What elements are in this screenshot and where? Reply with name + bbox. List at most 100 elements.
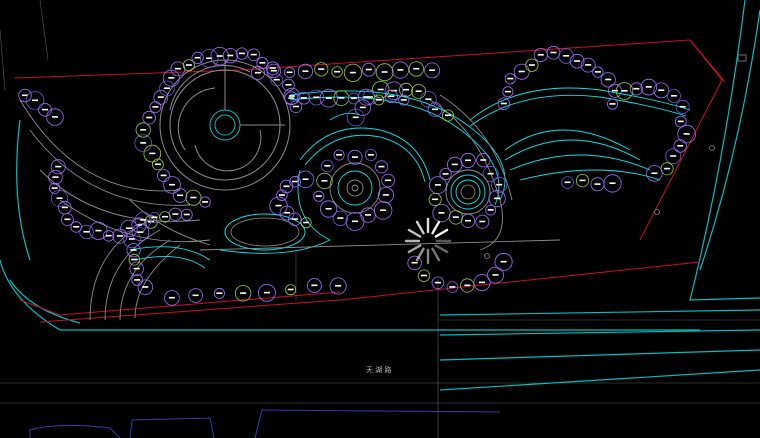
plant-tag-mark	[434, 184, 441, 186]
plant-tag-mark	[388, 95, 395, 97]
plant-tag-mark	[250, 53, 257, 56]
plant-tag-mark	[142, 286, 149, 288]
plant-tag-mark	[365, 68, 372, 71]
plant-tag-mark	[303, 221, 310, 224]
plant-tag-mark	[442, 173, 449, 175]
plant-tag-mark	[56, 197, 63, 199]
plant-tag-mark	[286, 71, 293, 74]
plant-tag-mark	[400, 99, 407, 101]
plant-tag-mark	[149, 152, 156, 155]
plant-tag-mark	[377, 88, 384, 91]
plant-tag-mark	[671, 95, 677, 97]
plant-tag-mark	[325, 208, 332, 210]
plant-tag-mark	[338, 97, 345, 99]
plant-tag-mark	[677, 145, 684, 147]
plant-tag-mark	[168, 77, 175, 79]
plant-tag-mark	[273, 78, 280, 81]
plant-tag-mark	[594, 183, 601, 185]
plant-tag-mark	[133, 267, 140, 270]
plant-tag-mark	[550, 51, 557, 54]
plant-tag-mark	[263, 291, 270, 294]
plant-tag-mark	[378, 165, 385, 168]
plant-tag-mark	[487, 209, 494, 211]
plant-tag-mark	[291, 218, 298, 220]
plant-tag-mark	[302, 178, 309, 180]
plant-tag-mark	[287, 288, 294, 291]
spinner-spoke	[415, 220, 425, 235]
plant-tag-mark	[420, 274, 427, 277]
plant-tag-mark	[564, 181, 571, 184]
plant-tag-mark	[324, 165, 331, 167]
plant-tag-mark	[152, 106, 159, 108]
plant-tag-mark	[479, 281, 485, 284]
plant-tag-mark	[73, 226, 80, 228]
cad-drawing-viewport[interactable]: 天 湖 路	[0, 0, 760, 438]
plant-tag-mark	[168, 296, 175, 299]
plant-tag-mark	[335, 285, 342, 287]
plant-tag-mark	[288, 95, 295, 97]
plant-tag-mark	[664, 167, 671, 170]
spinner-spoke	[407, 228, 422, 238]
plant-tag-mark	[677, 120, 684, 123]
plant-tag-mark	[464, 284, 471, 287]
plant-tag-mark	[194, 56, 201, 59]
plant-tag-mark	[318, 68, 325, 70]
plant-tag-mark	[105, 234, 112, 237]
plant-tag-mark	[500, 260, 507, 263]
spinner-spoke	[415, 247, 425, 262]
plant-tag-mark	[670, 155, 677, 157]
plant-tag-mark	[285, 84, 292, 86]
plant-tag-mark	[174, 67, 181, 70]
plant-tag-mark	[192, 294, 199, 297]
plant-tag-mark	[507, 77, 514, 80]
plant-tag-mark	[254, 71, 261, 74]
plant-tag-mark	[146, 116, 153, 119]
plant-tag-mark	[683, 133, 690, 135]
plant-tag-mark	[240, 292, 247, 294]
plant-tag-mark	[95, 229, 102, 232]
plant-tag-mark	[140, 142, 147, 144]
plant-tag-mark	[434, 281, 441, 284]
spinner-spoke	[407, 244, 422, 254]
plant-tag-mark	[645, 86, 652, 88]
plant-tag-mark	[397, 69, 404, 71]
plant-tag-mark	[465, 159, 471, 162]
plant-tag-mark	[451, 163, 458, 166]
plant-tag-mark	[337, 217, 344, 219]
plant-tag-mark	[126, 227, 132, 229]
plant-tag-mark	[83, 231, 90, 233]
plant-tag-mark	[679, 105, 686, 108]
plant-tag-mark	[183, 213, 190, 216]
plant-tag-mark	[494, 197, 501, 200]
plant-tag-mark	[300, 97, 307, 99]
plant-tag-mark	[365, 214, 371, 216]
plant-tag-mark	[621, 90, 628, 92]
plant-tag-mark	[452, 216, 459, 218]
plant-tag-mark	[382, 194, 389, 196]
plant-tag-mark	[411, 261, 418, 264]
plant-tag-mark	[633, 87, 640, 90]
plant-tag-mark	[185, 64, 192, 66]
plant-tag-mark	[375, 99, 382, 101]
drawing-canvas[interactable]: 天 湖 路	[0, 0, 760, 438]
plant-tag-mark	[61, 206, 68, 209]
plant-tag-mark	[32, 99, 38, 102]
plant-tag-mark	[350, 97, 357, 100]
plant-tag-mark	[574, 60, 581, 62]
plant-tag-mark	[154, 163, 161, 166]
plant-tag-mark	[432, 108, 438, 111]
plant-tag-mark	[537, 54, 544, 56]
plant-tag-mark	[518, 70, 525, 73]
plant-tag-mark	[52, 176, 59, 178]
plant-tag-mark	[278, 194, 285, 196]
road-label: 天 湖 路	[366, 365, 391, 374]
plant-tag-mark	[352, 156, 358, 158]
plant-tag-mark	[336, 154, 343, 156]
plant-tag-mark	[325, 97, 332, 99]
plant-tag-mark	[202, 201, 209, 203]
plant-tag-mark	[172, 213, 179, 215]
spinner-spoke	[434, 244, 449, 254]
plant-tag-mark	[465, 219, 471, 222]
plant-tag-mark	[177, 194, 184, 197]
plant-tag-mark	[528, 64, 535, 66]
